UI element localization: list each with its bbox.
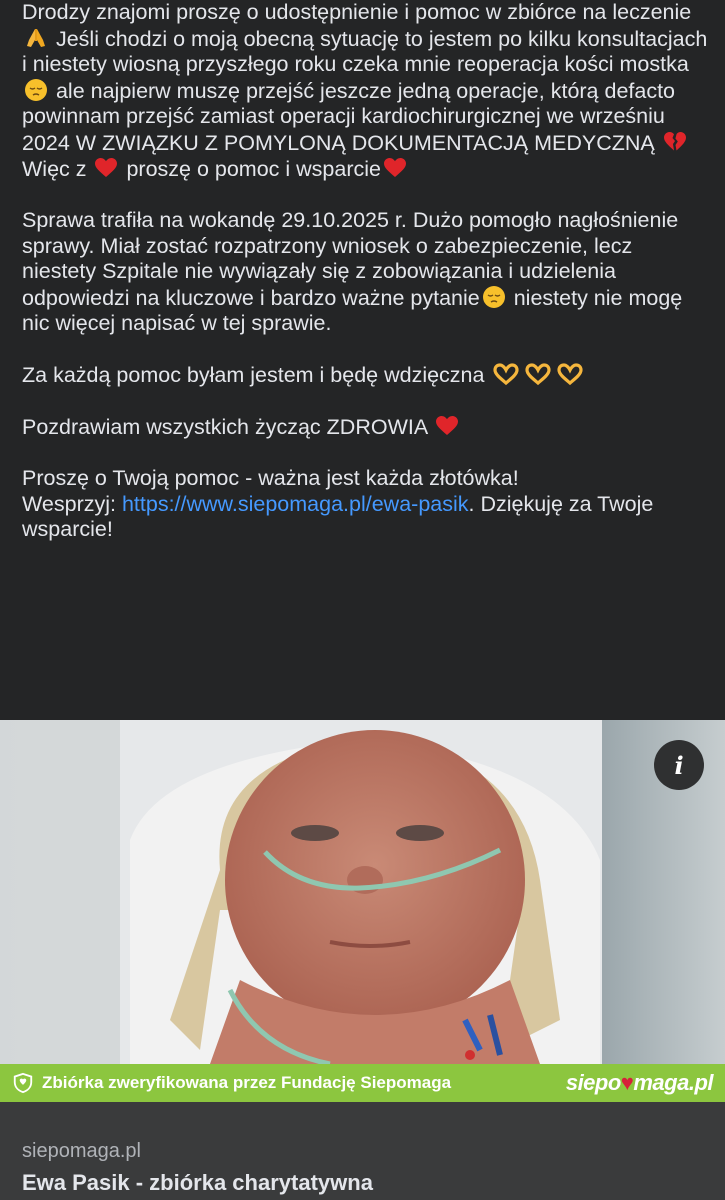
verification-bar: Zbiórka zweryfikowana przez Fundację Sie… (0, 1064, 725, 1102)
red-heart-emoji-icon (435, 414, 459, 438)
post-text-segment: Jeśli chodzi o moją obecną sytuację to j… (22, 26, 708, 77)
post-text-segment: Więc z (22, 157, 87, 181)
post-paragraph-2: Sprawa trafiła na wokandę 29.10.2025 r. … (22, 208, 712, 337)
preview-photo[interactable]: i (0, 720, 725, 1064)
post-paragraph-3: Za każdą pomoc byłam jestem i będę wdzię… (22, 362, 712, 389)
post-text-segment: Wesprzyj: (22, 491, 122, 516)
preview-title[interactable]: Ewa Pasik - zbiórka charytatywna (22, 1170, 373, 1196)
post-body: Drodzy znajomi proszę o udostępnienie i … (22, 0, 712, 543)
post-paragraph-4: Pozdrawiam wszystkich życząc ZDROWIA (22, 414, 712, 441)
post-paragraph-1: Drodzy znajomi proszę o udostępnienie i … (22, 0, 712, 183)
pensive-emoji-icon (482, 285, 506, 309)
verified-shield-icon (13, 1072, 33, 1094)
post-text-segment: ale najpierw muszę przejść jeszcze jedną… (22, 78, 676, 155)
pensive-emoji-icon (24, 78, 48, 102)
logo-part: siepo (565, 1070, 621, 1095)
patient-photo (0, 720, 725, 1064)
link-preview-card[interactable]: i Zbiórka zweryfikowana przez Fundację S… (0, 720, 725, 1200)
siepomaga-logo: siepo♥maga.pl (565, 1070, 714, 1096)
pray-emoji-icon (24, 26, 48, 50)
preview-domain: siepomaga.pl (22, 1140, 141, 1162)
red-heart-emoji-icon (94, 156, 118, 180)
fundraiser-link[interactable]: https://www.siepomaga.pl/ewa-pasik (122, 492, 469, 516)
post-text-segment: Proszę o Twoją pomoc - ważna jest każda … (22, 466, 519, 490)
logo-part: maga.pl (633, 1070, 713, 1095)
heart-hands-emoji-icon (524, 362, 552, 386)
red-heart-emoji-icon (383, 156, 407, 180)
post-text-segment: Za każdą pomoc byłam jestem i będę wdzię… (22, 363, 491, 387)
preview-meta[interactable]: siepomaga.pl Ewa Pasik - zbiórka charyta… (0, 1102, 725, 1200)
heart-hands-emoji-icon (556, 362, 584, 386)
logo-heart-icon: ♥ (620, 1070, 634, 1095)
info-icon: i (674, 750, 684, 780)
post-text-segment: proszę o pomoc i wsparcie (120, 157, 381, 181)
post-text-segment: Pozdrawiam wszystkich życząc ZDROWIA (22, 415, 433, 439)
heart-hands-emoji-icon (492, 362, 520, 386)
post-text-segment: Drodzy znajomi proszę o udostępnienie i … (22, 0, 692, 24)
info-button[interactable]: i (654, 740, 704, 790)
broken-heart-emoji-icon (663, 130, 687, 154)
verification-text: Zbiórka zweryfikowana przez Fundację Sie… (42, 1073, 452, 1092)
post-paragraph-5: Proszę o Twoją pomoc - ważna jest każda … (22, 466, 712, 543)
